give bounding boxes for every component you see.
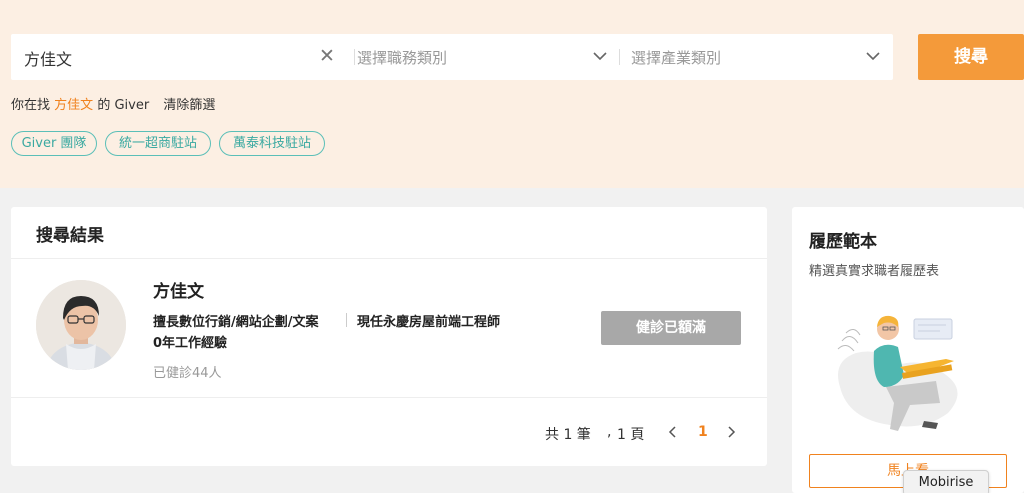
consult-full-button: 健診已額滿 xyxy=(601,311,741,345)
tag-giver-team[interactable]: Giver 團隊 xyxy=(11,131,97,156)
giver-experience: 0年工作經驗 xyxy=(153,336,228,351)
person-laptop-illustration xyxy=(837,315,958,431)
chevron-left-icon[interactable] xyxy=(666,425,680,439)
tag-wantai[interactable]: 萬泰科技駐站 xyxy=(219,131,325,156)
chevron-right-icon[interactable] xyxy=(724,425,738,439)
search-input[interactable]: 方佳文 xyxy=(24,46,72,70)
search-status: 你在找 方佳文 的 Giver 清除篩選 xyxy=(11,94,215,113)
status-suffix: 的 Giver xyxy=(97,98,150,113)
tooltip: Mobirise xyxy=(903,470,989,493)
search-button[interactable]: 搜尋 xyxy=(918,34,1024,80)
giver-consult-count: 已健診44人 xyxy=(153,366,222,381)
status-prefix: 你在找 xyxy=(11,98,51,113)
divider xyxy=(11,397,767,398)
avatar[interactable] xyxy=(36,280,126,370)
pagination-comma: , xyxy=(607,424,612,440)
divider xyxy=(11,258,767,259)
status-keyword: 方佳文 xyxy=(54,98,94,113)
pagination-pages: 1 頁 xyxy=(617,427,645,443)
giver-name[interactable]: 方佳文 xyxy=(153,277,204,302)
side-title: 履歷範本 xyxy=(809,232,877,252)
chevron-down-icon[interactable] xyxy=(591,47,609,65)
divider xyxy=(346,313,347,327)
clear-filter-link[interactable]: 清除篩選 xyxy=(163,98,215,113)
results-title: 搜尋結果 xyxy=(36,226,104,246)
chevron-down-icon[interactable] xyxy=(864,47,882,65)
divider xyxy=(619,49,620,65)
tag-7-eleven[interactable]: 統一超商駐站 xyxy=(105,131,211,156)
industry-select[interactable]: 選擇產業類別 xyxy=(631,47,721,68)
divider xyxy=(354,49,355,65)
resume-template-card: 履歷範本 精選真實求職者履歷表 馬上看 xyxy=(792,207,1024,493)
clear-icon[interactable]: ✕ xyxy=(317,46,337,66)
pagination-total: 共 1 筆 xyxy=(545,427,591,443)
giver-current-job: 現任永慶房屋前端工程師 xyxy=(357,315,501,330)
job-category-select[interactable]: 選擇職務類別 xyxy=(357,47,447,68)
giver-expertise: 擅長數位行銷/網站企劃/文案 xyxy=(153,315,319,330)
side-subtitle: 精選真實求職者履歷表 xyxy=(809,264,940,279)
results-card: 搜尋結果 方佳文 擅長數位行銷/網站企劃/文案 現任永慶房屋前端工程師 0年工作… xyxy=(11,207,767,466)
search-bar: 方佳文 ✕ 選擇職務類別 選擇產業類別 xyxy=(11,34,893,80)
page-number-current[interactable]: 1 xyxy=(698,424,708,440)
